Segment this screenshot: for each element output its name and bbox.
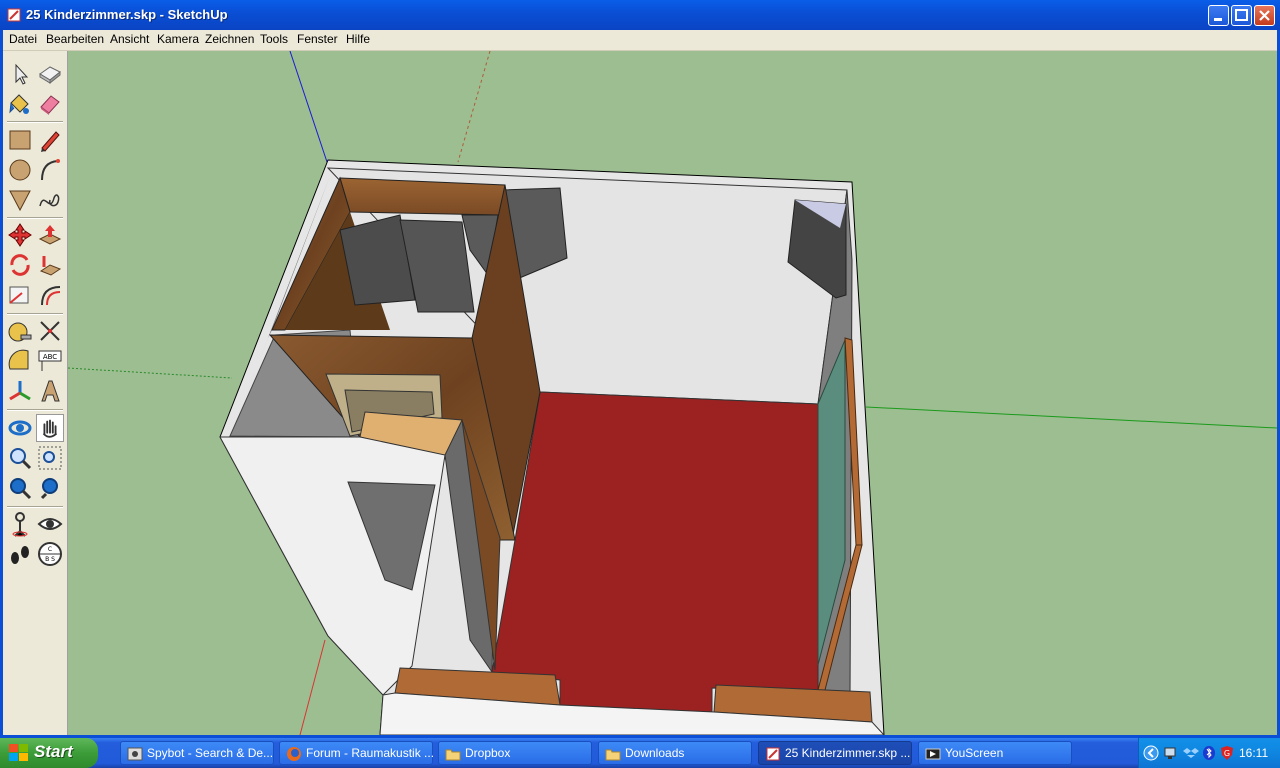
position-camera-icon[interactable] <box>6 510 34 538</box>
toolbar-separator <box>7 409 63 411</box>
menu-zeichnen[interactable]: Zeichnen <box>201 32 258 46</box>
blue-axis <box>289 51 328 163</box>
start-button[interactable]: Start <box>0 738 98 768</box>
security-shield-icon[interactable]: G <box>1219 745 1235 761</box>
move-icon[interactable] <box>6 221 34 249</box>
taskbar: Start Spybot - Search & De... Forum - Ra… <box>0 738 1280 768</box>
minimize-icon <box>1214 18 1222 21</box>
toolbar-separator <box>7 506 63 508</box>
task-downloads[interactable]: Downloads <box>598 741 752 765</box>
paint-bucket-icon[interactable] <box>6 90 34 118</box>
green-axis <box>865 406 1277 429</box>
spybot-icon <box>127 747 143 761</box>
orbit-icon[interactable] <box>6 414 34 442</box>
system-tray: G 16:11 <box>1138 738 1280 768</box>
task-spybot[interactable]: Spybot - Search & De... <box>120 741 274 765</box>
folder-icon <box>445 749 461 761</box>
rotate-icon[interactable] <box>6 251 34 279</box>
task-sketchup[interactable]: 25 Kinderzimmer.skp ... <box>758 741 912 765</box>
task-label: 25 Kinderzimmer.skp ... <box>785 746 911 760</box>
sketchup-icon <box>7 8 21 22</box>
network-icon[interactable] <box>1163 745 1179 761</box>
minimize-button[interactable] <box>1208 5 1229 26</box>
pan-icon[interactable] <box>36 414 64 442</box>
pencil-icon[interactable] <box>36 126 64 154</box>
svg-text:G: G <box>1224 749 1230 758</box>
arc-icon[interactable] <box>36 156 64 184</box>
section-plane-icon[interactable]: C B S <box>36 540 64 568</box>
start-label: Start <box>34 742 73 761</box>
zoom-icon[interactable] <box>6 444 34 472</box>
text-tool-label: ABC <box>43 353 57 361</box>
dropbox-tray-icon[interactable] <box>1183 745 1199 761</box>
task-label: YouScreen <box>945 746 1004 760</box>
menu-fenster[interactable]: Fenster <box>293 32 342 46</box>
menu-bar: Datei Bearbeiten Ansicht Kamera Zeichnen… <box>3 30 1277 51</box>
task-label: Spybot - Search & De... <box>147 746 274 760</box>
zoom-extents-icon[interactable] <box>6 474 34 502</box>
green-axis-dashed <box>68 367 233 379</box>
toolbar-separator <box>7 121 63 123</box>
circle-icon[interactable] <box>6 156 34 184</box>
menu-kamera[interactable]: Kamera <box>153 32 203 46</box>
menu-tools[interactable]: Tools <box>256 32 292 46</box>
firefox-icon <box>287 747 301 761</box>
folder-icon <box>605 749 621 761</box>
freehand-icon[interactable] <box>36 186 64 214</box>
task-label: Dropbox <box>465 746 511 760</box>
menu-bearbeiten[interactable]: Bearbeiten <box>42 32 108 46</box>
task-label: Forum - Raumakustik ... <box>306 746 435 760</box>
sketchup-icon <box>766 747 780 761</box>
rectangle-icon[interactable] <box>6 126 34 154</box>
axes-icon[interactable] <box>6 377 34 405</box>
component-icon[interactable] <box>36 60 64 88</box>
3d-viewport[interactable] <box>68 51 1277 735</box>
youscreen-icon <box>925 748 941 760</box>
select-icon[interactable] <box>6 60 34 88</box>
eraser-icon[interactable] <box>36 90 64 118</box>
walk-icon[interactable] <box>6 540 34 568</box>
title-bar[interactable]: 25 Kinderzimmer.skp - SketchUp <box>0 0 1280 30</box>
toolbar-separator <box>7 217 63 219</box>
red-axis-dashed <box>457 51 491 163</box>
application-window: 25 Kinderzimmer.skp - SketchUp Datei Bea… <box>0 0 1280 738</box>
task-label: Downloads <box>625 746 685 760</box>
dimension-icon[interactable] <box>36 317 64 345</box>
tape-measure-icon[interactable] <box>6 317 34 345</box>
3d-text-icon[interactable] <box>36 377 64 405</box>
close-icon <box>1259 10 1270 21</box>
protractor-icon[interactable] <box>6 347 34 375</box>
polygon-icon[interactable] <box>6 186 34 214</box>
menu-hilfe[interactable]: Hilfe <box>342 32 374 46</box>
svg-text:C: C <box>48 546 52 553</box>
offset-icon[interactable] <box>36 281 64 309</box>
windows-logo-icon <box>9 744 28 761</box>
task-youscreen[interactable]: YouScreen <box>918 741 1072 765</box>
text-icon[interactable]: ABC <box>36 347 64 375</box>
zoom-window-icon[interactable] <box>36 444 64 472</box>
look-around-icon[interactable] <box>36 510 64 538</box>
task-dropbox[interactable]: Dropbox <box>438 741 592 765</box>
model-scene[interactable] <box>68 51 1277 735</box>
red-axis <box>299 639 326 735</box>
tools-palette: ABC C B S <box>3 51 68 735</box>
tray-expand-icon[interactable] <box>1143 745 1159 761</box>
toolbar-separator <box>7 313 63 315</box>
clock[interactable]: 16:11 <box>1239 746 1268 760</box>
menu-datei[interactable]: Datei <box>5 32 41 46</box>
maximize-button[interactable] <box>1231 5 1252 26</box>
bluetooth-icon[interactable] <box>1201 745 1217 761</box>
close-button[interactable] <box>1254 5 1275 26</box>
svg-text:B S: B S <box>45 556 55 563</box>
previous-view-icon[interactable] <box>36 474 64 502</box>
window-title: 25 Kinderzimmer.skp - SketchUp <box>26 7 228 22</box>
push-pull-icon[interactable] <box>36 221 64 249</box>
menu-ansicht[interactable]: Ansicht <box>106 32 153 46</box>
task-firefox-forum[interactable]: Forum - Raumakustik ... <box>279 741 435 765</box>
follow-me-icon[interactable] <box>36 251 64 279</box>
floor-carpet <box>491 391 819 713</box>
restore-icon <box>1235 9 1248 21</box>
scale-icon[interactable] <box>6 281 34 309</box>
cabinet-top-back <box>339 177 506 216</box>
